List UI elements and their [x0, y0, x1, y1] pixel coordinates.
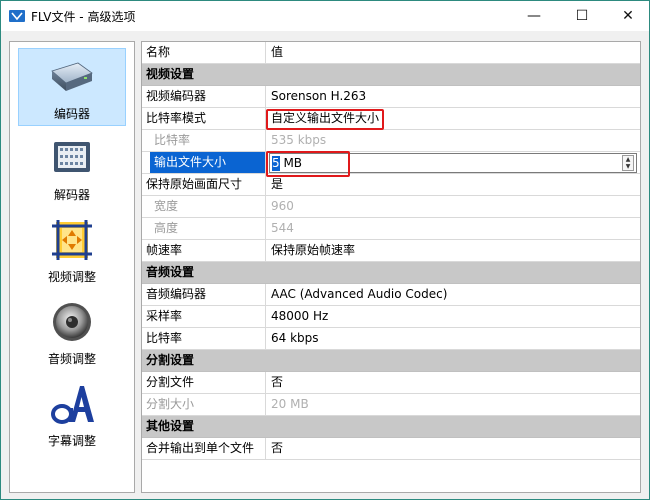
- property-value[interactable]: 48000 Hz: [267, 306, 640, 327]
- property-name: 帧速率: [142, 240, 266, 261]
- property-row-output-file-size[interactable]: 输出文件大小 5 MB ▲ ▼: [142, 152, 640, 174]
- property-name: 音频编码器: [142, 284, 266, 305]
- property-row-sample-rate[interactable]: 采样率 48000 Hz: [142, 306, 640, 328]
- decoder-chip-icon: [54, 142, 90, 172]
- close-icon: ✕: [622, 8, 634, 24]
- property-row-bitrate: 比特率 535 kbps: [142, 130, 640, 152]
- category-sidebar: 编码器 解码器 视频调整 音频调整 字幕调整: [9, 41, 135, 493]
- property-name: 视频编码器: [142, 86, 266, 107]
- annotation-box-output-size: [266, 151, 350, 177]
- property-name: 采样率: [142, 306, 266, 327]
- property-value[interactable]: Sorenson H.263: [267, 86, 640, 107]
- property-name: 分割大小: [142, 394, 266, 415]
- sidebar-item-label: 编码器: [53, 107, 90, 121]
- minimize-icon: —: [527, 8, 541, 24]
- property-row-width: 宽度 960: [142, 196, 640, 218]
- close-button[interactable]: ✕: [605, 1, 650, 31]
- title-bar: FLV文件 - 高级选项 — ☐ ✕: [1, 1, 649, 31]
- property-grid: 名称 值 视频设置 视频编码器 Sorenson H.263 比特率模式 自定义…: [141, 41, 641, 493]
- property-name: 比特率模式: [142, 108, 266, 129]
- maximize-button[interactable]: ☐: [559, 1, 605, 31]
- sidebar-item-label: 视频调整: [47, 270, 96, 284]
- property-name: 合并输出到单个文件: [142, 438, 266, 459]
- category-label: 音频设置: [146, 265, 195, 279]
- sidebar-item-audio-adjust[interactable]: 音频调整: [18, 294, 126, 372]
- sidebar-item-label: 解码器: [53, 188, 90, 202]
- sidebar-item-label: 音频调整: [47, 352, 96, 366]
- category-audio-settings[interactable]: 音频设置: [142, 262, 640, 284]
- sidebar-item-label: 字幕调整: [47, 434, 96, 448]
- property-row-video-encoder[interactable]: 视频编码器 Sorenson H.263: [142, 86, 640, 108]
- category-split-settings[interactable]: 分割设置: [142, 350, 640, 372]
- property-row-frame-rate[interactable]: 帧速率 保持原始帧速率: [142, 240, 640, 262]
- column-header-value[interactable]: 值: [267, 42, 640, 63]
- spin-down-icon[interactable]: ▼: [623, 163, 633, 170]
- property-name-selected: 输出文件大小: [150, 152, 266, 173]
- property-row-keep-original-size[interactable]: 保持原始画面尺寸 是: [142, 174, 640, 196]
- dialog-content: 编码器 解码器 视频调整 音频调整 字幕调整 名称 值 视频设置 视频编码器 S…: [1, 31, 649, 499]
- property-value: 544: [271, 221, 294, 235]
- sidebar-item-decoder[interactable]: 解码器: [18, 130, 126, 208]
- subtitle-font-icon: [51, 386, 94, 424]
- property-row-split-file[interactable]: 分割文件 否: [142, 372, 640, 394]
- property-name: 宽度: [142, 196, 266, 217]
- property-row-merge-output[interactable]: 合并输出到单个文件 否: [142, 438, 640, 460]
- sidebar-item-video-adjust[interactable]: 视频调整: [18, 212, 126, 290]
- property-row-audio-encoder[interactable]: 音频编码器 AAC (Advanced Audio Codec): [142, 284, 640, 306]
- category-label: 其他设置: [146, 419, 195, 433]
- sidebar-item-encoder[interactable]: 编码器: [18, 48, 126, 126]
- spin-up-icon[interactable]: ▲: [623, 156, 633, 163]
- category-other-settings[interactable]: 其他设置: [142, 416, 640, 438]
- property-row-audio-bitrate[interactable]: 比特率 64 kbps: [142, 328, 640, 350]
- maximize-icon: ☐: [575, 8, 589, 24]
- sidebar-item-subtitle-adjust[interactable]: 字幕调整: [18, 376, 126, 454]
- app-icon: [9, 10, 25, 22]
- property-name: 比特率: [142, 130, 266, 151]
- property-row-height: 高度 544: [142, 218, 640, 240]
- video-adjust-icon: [52, 220, 92, 260]
- window-title: FLV文件 - 高级选项: [31, 10, 136, 24]
- property-value[interactable]: 64 kbps: [267, 328, 640, 349]
- property-value[interactable]: 保持原始帧速率: [267, 240, 640, 261]
- spin-buttons: ▲ ▼: [622, 155, 634, 171]
- property-name: 保持原始画面尺寸: [142, 174, 266, 195]
- property-row-split-size: 分割大小 20 MB: [142, 394, 640, 416]
- property-value: 960: [271, 199, 294, 213]
- category-label: 视频设置: [146, 67, 195, 81]
- property-name: 分割文件: [142, 372, 266, 393]
- category-label: 分割设置: [146, 353, 195, 367]
- column-header-name[interactable]: 名称: [142, 42, 266, 63]
- advanced-options-window: FLV文件 - 高级选项 — ☐ ✕ 编码器 解码器 视频调整 音频调整 字幕调…: [0, 0, 650, 500]
- property-value[interactable]: 是: [267, 174, 640, 195]
- property-value[interactable]: 否: [267, 372, 640, 393]
- property-value[interactable]: AAC (Advanced Audio Codec): [267, 284, 640, 305]
- minimize-button[interactable]: —: [511, 1, 557, 31]
- property-value[interactable]: 否: [267, 438, 640, 459]
- property-name: 高度: [142, 218, 266, 239]
- property-value: 20 MB: [271, 397, 309, 411]
- category-video-settings[interactable]: 视频设置: [142, 64, 640, 86]
- property-value: 535 kbps: [271, 133, 327, 147]
- property-row-bitrate-mode[interactable]: 比特率模式 自定义输出文件大小: [142, 108, 640, 130]
- property-name: 比特率: [142, 328, 266, 349]
- encoder-drive-icon: [51, 62, 93, 91]
- annotation-box-bitrate-mode: [266, 109, 384, 130]
- speaker-icon: [53, 303, 91, 341]
- grid-header-row: 名称 值: [142, 42, 640, 64]
